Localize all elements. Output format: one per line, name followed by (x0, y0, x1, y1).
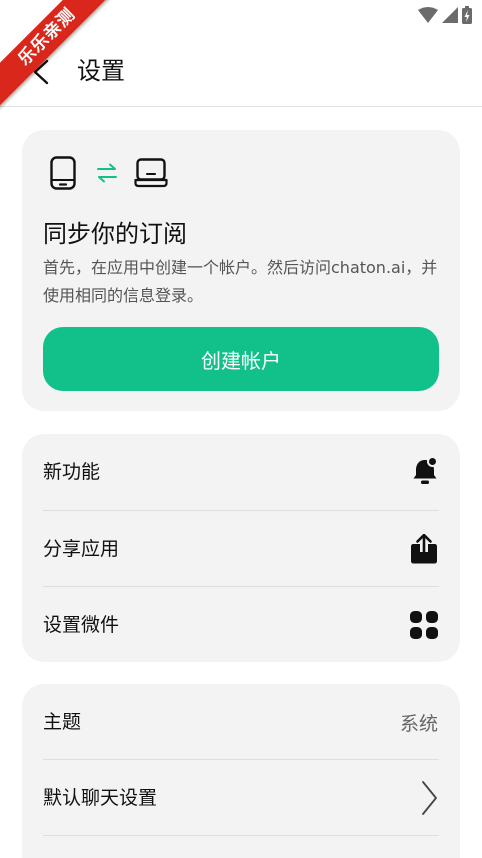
sync-title: 同步你的订阅 (43, 220, 187, 248)
share-icon (411, 534, 437, 564)
menu-item-label: 默认聊天设置 (43, 787, 158, 809)
battery-icon (462, 6, 472, 24)
widgets-icon (410, 611, 438, 639)
bell-icon (413, 457, 438, 484)
menu-item-share-app[interactable]: 分享应用 (22, 511, 460, 587)
divider (43, 835, 439, 836)
menu-item-theme[interactable]: 主题 系统 (22, 684, 460, 760)
menu-item-setup-widgets[interactable]: 设置微件 (22, 587, 460, 663)
create-account-button[interactable]: 创建帐户 (43, 327, 439, 391)
theme-value: 系统 (399, 712, 438, 735)
menu-item-default-chat-settings[interactable]: 默认聊天设置 (22, 760, 460, 836)
sync-card: 同步你的订阅 首先，在应用中创建一个帐户。然后访问chaton.ai，并使用相同… (22, 130, 460, 411)
phone-icon (50, 156, 76, 190)
menu-item-label: 新功能 (43, 461, 101, 483)
menu-item-label: 主题 (43, 711, 82, 733)
menu-card-features: 新功能 分享应用 设置微件 (22, 434, 460, 662)
sync-icons (50, 156, 168, 190)
laptop-icon (134, 158, 168, 188)
status-icons (418, 6, 472, 24)
wifi-icon (418, 7, 438, 23)
menu-item-label: 设置微件 (43, 614, 120, 636)
watermark-text: 乐乐亲测 (0, 0, 118, 108)
sync-arrows-icon (97, 163, 117, 183)
signal-icon (442, 7, 458, 23)
menu-item-new-features[interactable]: 新功能 (22, 434, 460, 510)
menu-item-label: 分享应用 (43, 538, 120, 560)
watermark-ribbon: 乐乐亲测 (0, 0, 120, 120)
menu-card-preferences: 主题 系统 默认聊天设置 (22, 684, 460, 858)
sync-description: 首先，在应用中创建一个帐户。然后访问chaton.ai，并使用相同的信息登录。 (43, 258, 438, 305)
chevron-right-icon (422, 781, 437, 815)
